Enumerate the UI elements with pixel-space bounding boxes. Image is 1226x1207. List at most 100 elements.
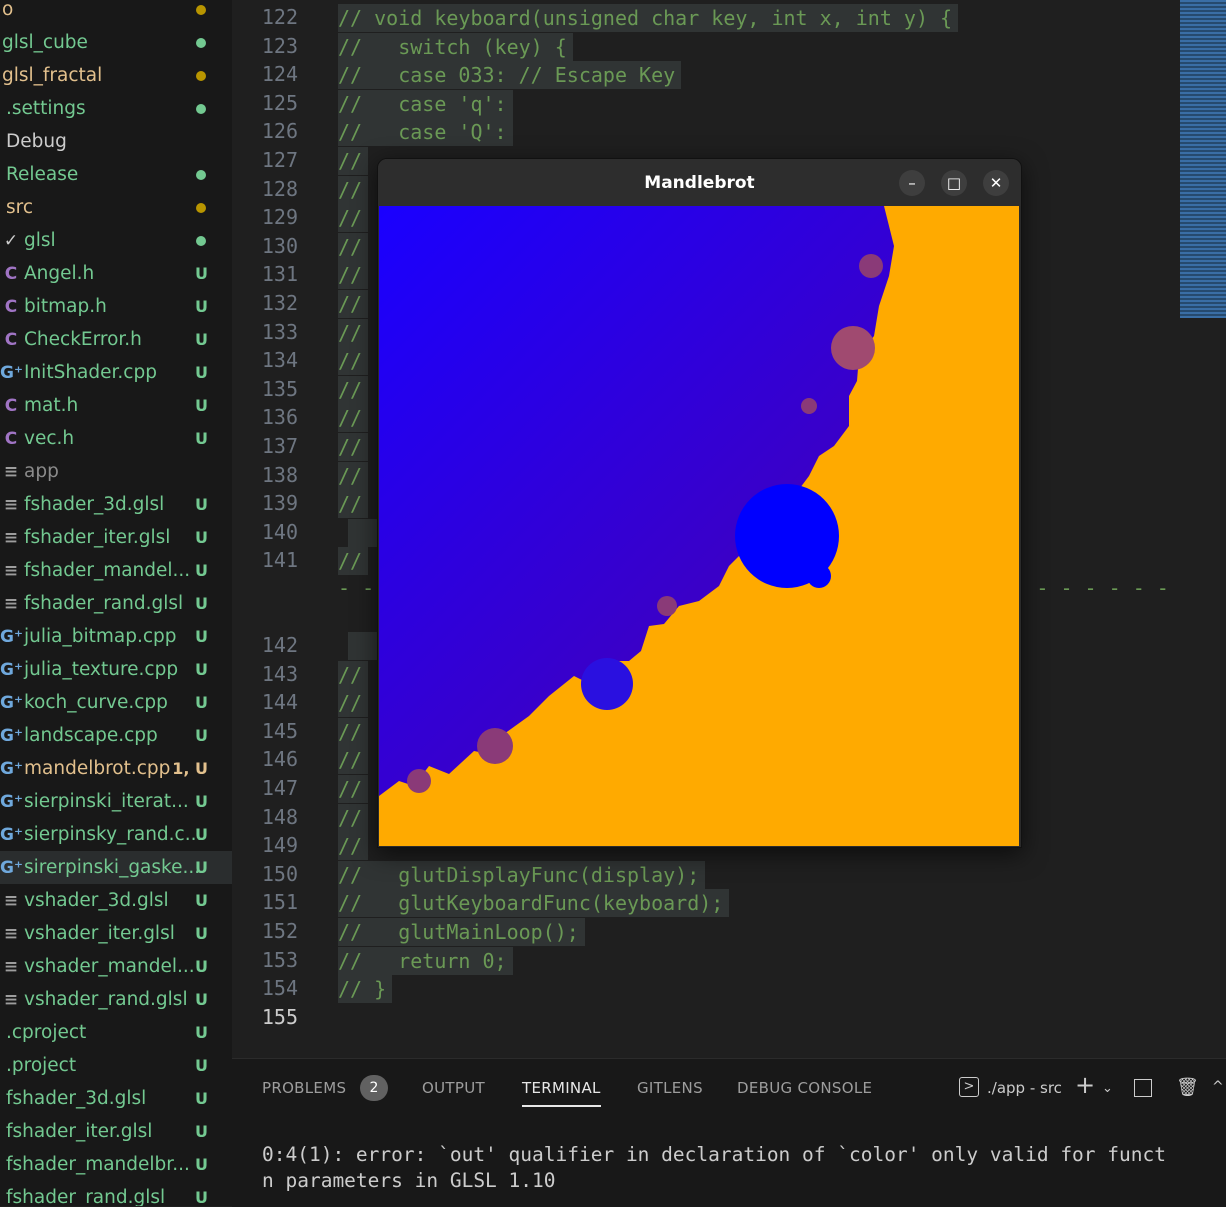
explorer-item[interactable]: G⁺ sirerpinski_gaske... U — [0, 851, 232, 884]
tab-debug-console[interactable]: DEBUG CONSOLE — [737, 1079, 872, 1105]
code-line[interactable]: // switch (key) { — [338, 32, 573, 61]
explorer-item[interactable]: G⁺ sierpinsky_rand.c... U — [0, 818, 232, 851]
code-line[interactable]: // — [338, 775, 369, 803]
minimap[interactable] — [1180, 0, 1226, 318]
explorer-item[interactable]: G⁺ landscape.cpp U — [0, 719, 232, 752]
git-status-badge: U — [195, 528, 208, 547]
explorer-item[interactable]: .settings — [0, 92, 232, 125]
git-status-badge: U — [195, 660, 208, 679]
code-line[interactable]: // — [338, 660, 369, 689]
explorer-item[interactable]: .cproject U — [0, 1016, 232, 1049]
line-number: 122 — [261, 5, 298, 29]
explorer-item[interactable]: fshader_3d.glsl U — [0, 1082, 232, 1115]
line-number: 146 — [261, 747, 298, 772]
explorer-item[interactable]: ≡ vshader_rand.glsl U — [0, 983, 232, 1016]
explorer-item[interactable]: G⁺ mandelbrot.cpp 1, U — [0, 752, 232, 785]
explorer-item[interactable]: ≡ fshader_rand.glsl U — [0, 587, 232, 620]
add-terminal-icon[interactable]: + — [1075, 1071, 1095, 1099]
explorer-item[interactable]: G⁺ julia_bitmap.cpp U — [0, 620, 232, 653]
code-line[interactable]: // — [338, 746, 369, 775]
explorer-item[interactable]: ≡ vshader_3d.glsl U — [0, 884, 232, 917]
tab-terminal[interactable]: TERMINAL — [522, 1079, 601, 1107]
code-line[interactable]: // — [338, 147, 369, 175]
explorer-item[interactable]: C Angel.h U — [0, 257, 232, 290]
git-status-badge: U — [195, 396, 208, 415]
split-terminal-icon[interactable] — [1134, 1079, 1152, 1097]
chevron-down-icon[interactable]: ⌄ — [1102, 1081, 1113, 1096]
tab-gitlens[interactable]: GITLENS — [637, 1079, 703, 1105]
explorer-item[interactable]: Debug — [0, 125, 232, 158]
explorer-item[interactable]: fshader_iter.glsl U — [0, 1115, 232, 1148]
code-line[interactable]: // — [338, 204, 369, 233]
code-line[interactable]: // — [338, 347, 369, 376]
code-line[interactable]: // case 'Q': — [338, 118, 513, 147]
chevron-up-icon[interactable]: ^ — [1212, 1079, 1224, 1095]
explorer-item[interactable]: G⁺ julia_texture.cpp U — [0, 653, 232, 686]
explorer-item[interactable]: G⁺ sierpinski_iterat... U — [0, 785, 232, 818]
explorer-item[interactable]: fshader_mandelbr... U — [0, 1148, 232, 1181]
code-line[interactable]: // — [338, 375, 369, 404]
tab-problems[interactable]: PROBLEMS — [262, 1079, 346, 1105]
explorer-item[interactable]: o — [0, 0, 232, 26]
explorer-item[interactable]: ≡ fshader_3d.glsl U — [0, 488, 232, 521]
terminal-name[interactable]: ./app - src — [987, 1079, 1062, 1097]
mandelbrot-render[interactable] — [379, 206, 1019, 846]
code-line[interactable]: // glutMainLoop(); — [338, 918, 585, 946]
explorer-item-label: Angel.h — [24, 263, 95, 284]
fractal-mini-bulb-1 — [831, 326, 875, 370]
code-line[interactable]: // return 0; — [338, 946, 513, 975]
code-line[interactable]: // — [338, 490, 369, 519]
code-line[interactable]: // — [338, 290, 369, 318]
code-line[interactable]: // case 033: // Escape Key — [338, 61, 682, 90]
explorer-item[interactable]: glsl_fractal — [0, 59, 232, 92]
code-line[interactable]: // — [338, 832, 369, 861]
close-button[interactable]: ✕ — [983, 170, 1009, 196]
git-status-dot — [196, 103, 206, 114]
explorer-item[interactable]: Release — [0, 158, 232, 191]
explorer-item[interactable]: Cmat.h U — [0, 389, 232, 422]
explorer-item[interactable]: ≡ fshader_mandel... U — [0, 554, 232, 587]
explorer-item[interactable]: ≡ app — [0, 455, 232, 488]
explorer-item[interactable]: Cbitmap.h U — [0, 290, 232, 323]
code-line[interactable]: // — [338, 803, 369, 832]
explorer-item[interactable]: ✓ glsl — [0, 224, 232, 257]
explorer-item-label: CheckError.h — [24, 329, 142, 350]
explorer-item[interactable]: C CheckError.h U — [0, 323, 232, 356]
code-line[interactable]: // — [338, 404, 369, 433]
code-line[interactable]: // — [338, 318, 369, 347]
code-line[interactable]: // — [338, 232, 369, 261]
code-line[interactable]: // — [338, 261, 369, 290]
code-line[interactable]: // — [338, 461, 369, 490]
trash-icon[interactable]: 🗑 — [1176, 1077, 1199, 1098]
explorer-item[interactable]: glsl_cube — [0, 26, 232, 59]
explorer-item[interactable]: G⁺ koch_curve.cpp U — [0, 686, 232, 719]
code-line[interactable]: // void keyboard(unsigned char key, int … — [338, 4, 959, 32]
code-line[interactable]: // glutKeyboardFunc(keyboard); — [338, 889, 730, 918]
explorer-item[interactable]: ≡ vshader_iter.glsl U — [0, 917, 232, 950]
line-number: 130 — [261, 233, 298, 258]
explorer-item[interactable]: ≡ fshader_iter.glsl U — [0, 521, 232, 554]
git-status-badge: U — [195, 924, 208, 943]
code-line[interactable]: // case 'q': — [338, 89, 513, 118]
code-line[interactable]: // — [338, 689, 369, 718]
explorer-item-label: o — [2, 0, 14, 20]
mandelbrot-window[interactable]: Mandlebrot – □ ✕ — [377, 158, 1022, 848]
code-line[interactable]: // glutDisplayFunc(display); — [338, 860, 706, 889]
line-number: 136 — [261, 405, 298, 430]
minimize-button[interactable]: – — [899, 170, 925, 196]
explorer-item[interactable]: .project U — [0, 1049, 232, 1082]
code-line[interactable]: // — [338, 433, 369, 461]
code-line[interactable]: // — [338, 175, 369, 204]
code-line[interactable]: // } — [338, 975, 393, 1004]
code-line[interactable]: // — [338, 547, 369, 576]
explorer-item[interactable]: ≡ vshader_mandel... U — [0, 950, 232, 983]
explorer-item[interactable]: Cvec.h U — [0, 422, 232, 455]
explorer-item[interactable]: G⁺ InitShader.cpp U — [0, 356, 232, 389]
explorer-item[interactable]: src — [0, 191, 232, 224]
tab-output[interactable]: OUTPUT — [422, 1079, 485, 1105]
explorer-item[interactable]: fshader_rand.glsl U — [0, 1181, 232, 1206]
code-line[interactable]: // — [338, 717, 369, 746]
explorer-item-label: Debug — [6, 131, 67, 152]
maximize-button[interactable]: □ — [941, 170, 967, 196]
window-titlebar[interactable]: Mandlebrot – □ ✕ — [378, 159, 1021, 206]
